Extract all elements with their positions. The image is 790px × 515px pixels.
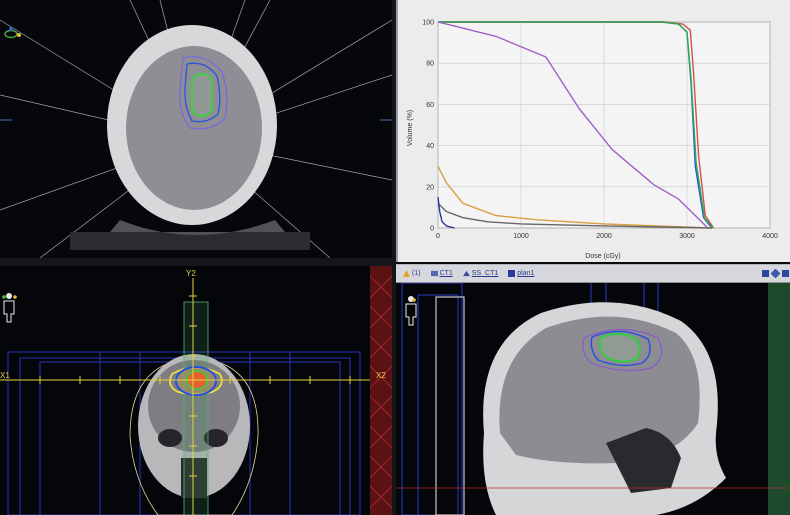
sagittal-view[interactable] bbox=[396, 283, 790, 515]
structure-set-icon bbox=[462, 270, 470, 277]
plan-icon bbox=[508, 270, 516, 277]
chart-grid bbox=[437, 21, 771, 229]
warning-icon bbox=[403, 270, 410, 277]
y-axis-label: Volume (%) bbox=[407, 110, 414, 146]
tab-label: plan1 bbox=[517, 270, 535, 277]
tab-ss-ct1[interactable]: SS_CT1 bbox=[460, 269, 501, 278]
tab-warnings[interactable]: (1) bbox=[400, 269, 424, 278]
gtv-contour bbox=[191, 73, 213, 117]
ct-icon bbox=[430, 270, 438, 277]
orientation-figure-icon bbox=[405, 296, 417, 326]
orientation-figure-icon bbox=[2, 293, 17, 323]
beam-center-field bbox=[183, 301, 209, 515]
y-tick-label: 20 bbox=[426, 184, 434, 191]
x-axis-label: Dose (cGy) bbox=[585, 253, 620, 260]
y2-jaw-label: Y2 bbox=[186, 269, 196, 278]
x1-jaw-label: X1 bbox=[0, 371, 10, 380]
gtv-contour bbox=[599, 332, 641, 363]
y-tick-label: 100 bbox=[422, 20, 434, 27]
y-tick-label: 80 bbox=[426, 61, 434, 68]
tab-plan1[interactable]: plan1 bbox=[505, 269, 537, 278]
x2-jaw-label: X2 bbox=[376, 371, 386, 380]
x-tick-label: 4000 bbox=[762, 233, 778, 240]
tab-label: (1) bbox=[412, 270, 421, 277]
view-tools-icon[interactable] bbox=[762, 269, 790, 278]
tab-label: CT1 bbox=[439, 270, 453, 277]
sagittal-image[interactable] bbox=[396, 283, 790, 515]
view-tab-bar: (1) CT1 SS_CT1 plan1 bbox=[396, 264, 790, 283]
x-tick-label: 1000 bbox=[513, 233, 529, 240]
axial-view[interactable] bbox=[0, 0, 392, 258]
dvh-chart-panel[interactable]: 0 20 40 60 80 100 0 1000 2000 3000 4000 Dose (cGy)… bbox=[396, 0, 790, 262]
x-tick-label: 0 bbox=[436, 233, 440, 240]
tab-label: SS_CT1 bbox=[471, 270, 499, 277]
x-tick-label: 2000 bbox=[596, 233, 612, 240]
x-tick-label: 3000 bbox=[679, 233, 695, 240]
orientation-icon bbox=[4, 27, 21, 39]
y-tick-label: 40 bbox=[426, 143, 434, 150]
y-tick-label: 60 bbox=[426, 102, 434, 109]
y-tick-label: 0 bbox=[430, 226, 434, 233]
axial-image[interactable] bbox=[0, 0, 392, 258]
orbit-left bbox=[158, 429, 182, 447]
tab-ct1[interactable]: CT1 bbox=[428, 269, 456, 278]
coronal-image[interactable]: Y2 X1 X2 bbox=[0, 266, 392, 515]
coronal-view[interactable]: Y2 X1 X2 bbox=[0, 266, 392, 515]
dvh-chart: 0204060801000 1000 2000 3000 4000 Dose (cGy)… bbox=[398, 0, 790, 262]
